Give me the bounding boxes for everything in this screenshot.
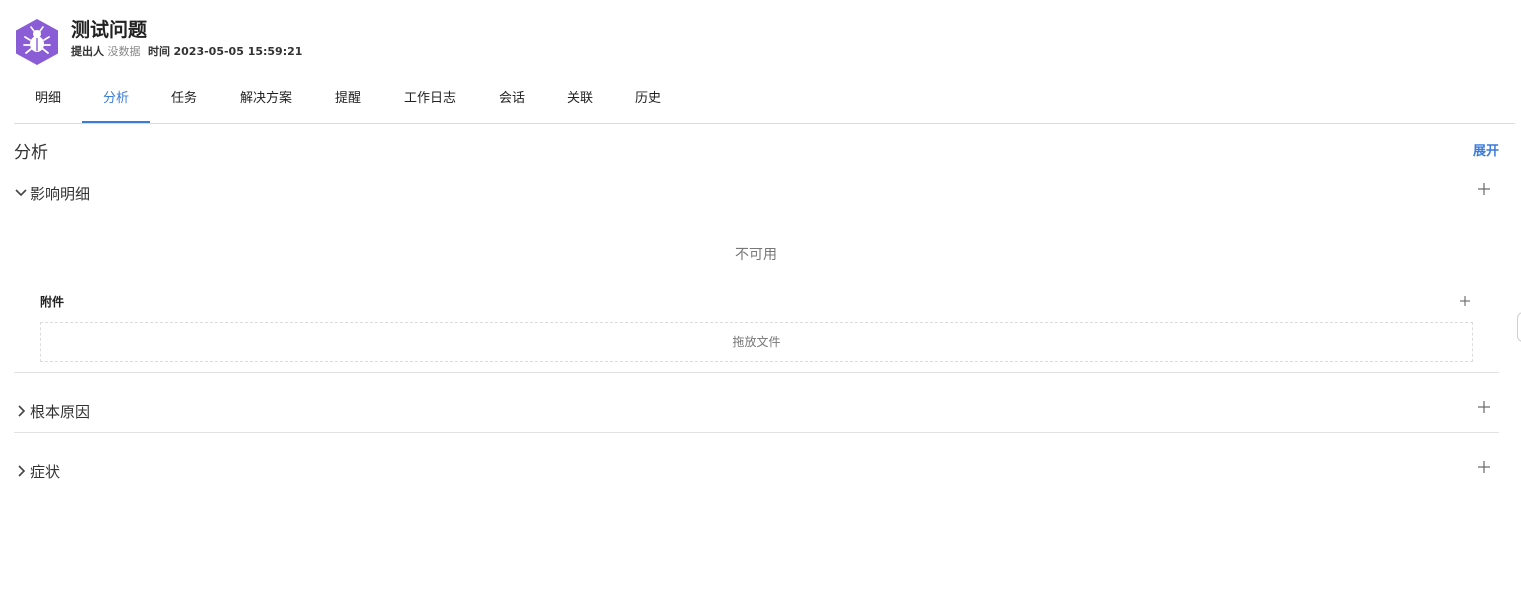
side-panel-handle[interactable] [1517,312,1521,342]
time-value: 2023-05-05 15:59:21 [173,45,303,58]
group-label: 影响明细 [30,185,91,203]
tab-details[interactable]: 明细 [26,80,70,123]
group-label: 症状 [30,463,61,481]
group-symptoms[interactable]: 症状 [14,460,1499,484]
tab-conversation[interactable]: 会话 [490,80,534,123]
submitter-value: 没数据 [107,45,141,58]
chevron-right-icon [18,405,26,417]
record-meta: 提出人 没数据 时间 2023-05-05 15:59:21 [71,45,302,59]
tab-relations[interactable]: 关联 [558,80,602,123]
time-label: 时间 [148,45,170,58]
tab-reminders[interactable]: 提醒 [326,80,370,123]
add-icon[interactable] [1477,182,1491,196]
add-icon[interactable] [1477,460,1491,474]
file-dropzone[interactable]: 拖放文件 [40,322,1473,362]
bug-icon [16,19,58,65]
page-title: 测试问题 [71,19,148,41]
group-label: 根本原因 [30,403,91,421]
unavailable-text: 不可用 [735,247,777,263]
submitter-label: 提出人 [71,45,104,58]
add-attachment-icon[interactable] [1459,295,1471,307]
tab-history[interactable]: 历史 [626,80,670,123]
expand-all-link[interactable]: 展开 [1473,140,1499,159]
chevron-down-icon [15,189,27,197]
group-impact-details[interactable]: 影响明细 [14,182,1499,206]
record-header: 测试问题 提出人 没数据 时间 2023-05-05 15:59:21 [16,19,302,67]
section-title: 分析 [14,143,48,163]
tab-worklog[interactable]: 工作日志 [394,80,466,123]
chevron-right-icon [18,465,26,477]
tab-solutions[interactable]: 解决方案 [230,80,302,123]
divider [14,432,1499,433]
group-root-cause[interactable]: 根本原因 [14,400,1499,424]
tab-tasks[interactable]: 任务 [162,80,206,123]
add-icon[interactable] [1477,400,1491,414]
attachments-label: 附件 [40,295,65,309]
divider [14,372,1499,373]
tab-analysis[interactable]: 分析 [82,80,150,123]
tab-bar: 明细 分析 任务 解决方案 提醒 工作日志 会话 关联 历史 [14,80,1515,124]
